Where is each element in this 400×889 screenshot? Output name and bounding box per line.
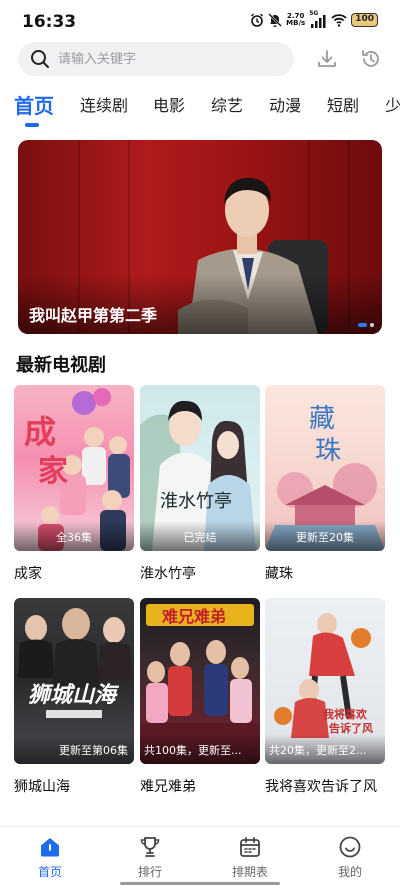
show-poster: 狮城山海 更新至第06集 (14, 598, 134, 764)
profile-icon (339, 836, 361, 858)
bottom-navigation: 首页 排行 排期表 我的 (0, 826, 400, 889)
banner-dot-active (358, 323, 367, 327)
tab-series[interactable]: 连续剧 (80, 92, 128, 116)
search-icon (31, 50, 49, 68)
net-speed: 2.70 MB/s (286, 13, 305, 27)
home-icon (41, 838, 59, 857)
tab-more[interactable]: 少 (385, 92, 400, 116)
show-title: 成家 (14, 566, 42, 582)
download-button[interactable] (314, 46, 340, 72)
status-time: 16:33 (22, 12, 77, 32)
episode-badge: 共100集，更新至... (144, 744, 242, 757)
alarm-icon (251, 13, 264, 27)
cell-signal: 5G (309, 10, 327, 28)
tab-movies[interactable]: 电影 (153, 92, 185, 116)
nav-ranking-label: 排行 (137, 865, 162, 879)
show-card[interactable]: 难兄难弟 共100集，更新至... 难兄难弟 (140, 598, 260, 796)
history-icon (362, 50, 379, 67)
svg-text:我将喜欢: 我将喜欢 (323, 707, 368, 721)
show-poster: 难兄难弟 共100集，更新至... (140, 598, 260, 764)
show-poster: 我将喜欢 告诉了风 共20集，更新至2... (265, 598, 385, 764)
show-card[interactable]: 藏 珠 更新至20集 藏珠 (265, 385, 385, 583)
show-poster: 成 家 全36集 (14, 385, 134, 551)
tab-short-drama[interactable]: 短剧 (327, 92, 359, 116)
banner-title: 我叫赵甲第第二季 (29, 306, 158, 325)
status-icons: 2.70 MB/s 5G 100 (250, 10, 378, 28)
episode-badge: 全36集 (56, 531, 92, 544)
svg-text:藏: 藏 (309, 404, 335, 434)
tab-variety[interactable]: 综艺 (211, 92, 243, 116)
status-bar: 16:33 2.70 MB/s 5G 100 (0, 0, 400, 40)
banner-pagination (358, 323, 374, 327)
search-bar[interactable] (18, 42, 294, 76)
show-poster: 淮水竹亭 已完结 (140, 385, 260, 551)
nav-home-label: 首页 (37, 865, 62, 879)
episode-badge: 已完结 (183, 531, 217, 544)
show-card[interactable]: 成 家 全36集 成家 (14, 385, 134, 583)
banner-dot (370, 323, 374, 327)
svg-text:家: 家 (38, 454, 68, 489)
nav-profile-label: 我的 (337, 865, 362, 879)
show-title: 淮水竹亭 (140, 566, 196, 582)
history-button[interactable] (358, 46, 384, 72)
home-indicator[interactable] (120, 882, 280, 885)
show-title: 藏珠 (265, 566, 293, 582)
calendar-icon (240, 837, 260, 857)
show-card[interactable]: 狮城山海 更新至第06集 狮城山海 (14, 598, 134, 796)
nav-ranking[interactable]: 排行 (120, 835, 180, 880)
svg-text:难兄难弟: 难兄难弟 (161, 607, 226, 626)
show-poster: 藏 珠 更新至20集 (265, 385, 385, 551)
svg-text:珠: 珠 (315, 436, 341, 466)
nav-schedule[interactable]: 排期表 (220, 835, 280, 880)
trophy-icon (140, 837, 160, 857)
search-input[interactable] (58, 51, 258, 67)
tab-indicator (25, 123, 39, 127)
network-type: 5G (309, 10, 319, 17)
show-card[interactable]: 淮水竹亭 已完结 淮水竹亭 (140, 385, 260, 583)
svg-text:淮水竹亭: 淮水竹亭 (160, 491, 232, 512)
nav-home[interactable]: 首页 (20, 835, 80, 880)
mute-bell-icon (268, 13, 283, 27)
svg-text:狮城山海: 狮城山海 (28, 682, 120, 708)
svg-text:告诉了风: 告诉了风 (329, 721, 373, 735)
download-icon (318, 50, 336, 67)
tab-anime[interactable]: 动漫 (269, 92, 301, 116)
battery-indicator: 100 (351, 13, 378, 27)
show-title: 我将喜欢告诉了风 (265, 779, 377, 795)
episode-badge: 更新至第06集 (59, 744, 128, 757)
show-title: 狮城山海 (14, 779, 70, 795)
category-tabs: 首页 连续剧 电影 综艺 动漫 短剧 少 (0, 92, 400, 128)
show-title: 难兄难弟 (140, 779, 196, 795)
svg-text:成: 成 (24, 413, 56, 451)
episode-badge: 共20集，更新至2... (269, 744, 367, 757)
tab-home[interactable]: 首页 (14, 90, 54, 119)
nav-profile[interactable]: 我的 (320, 835, 380, 880)
episode-badge: 更新至20集 (296, 531, 354, 544)
wifi-icon (331, 14, 347, 27)
featured-banner[interactable]: 我叫赵甲第第二季 (18, 140, 382, 334)
section-title: 最新电视剧 (16, 355, 106, 376)
nav-schedule-label: 排期表 (231, 865, 268, 879)
net-speed-unit: MB/s (286, 19, 306, 27)
show-card[interactable]: 我将喜欢 告诉了风 共20集，更新至2... 我将喜欢告诉了风 (265, 598, 385, 796)
